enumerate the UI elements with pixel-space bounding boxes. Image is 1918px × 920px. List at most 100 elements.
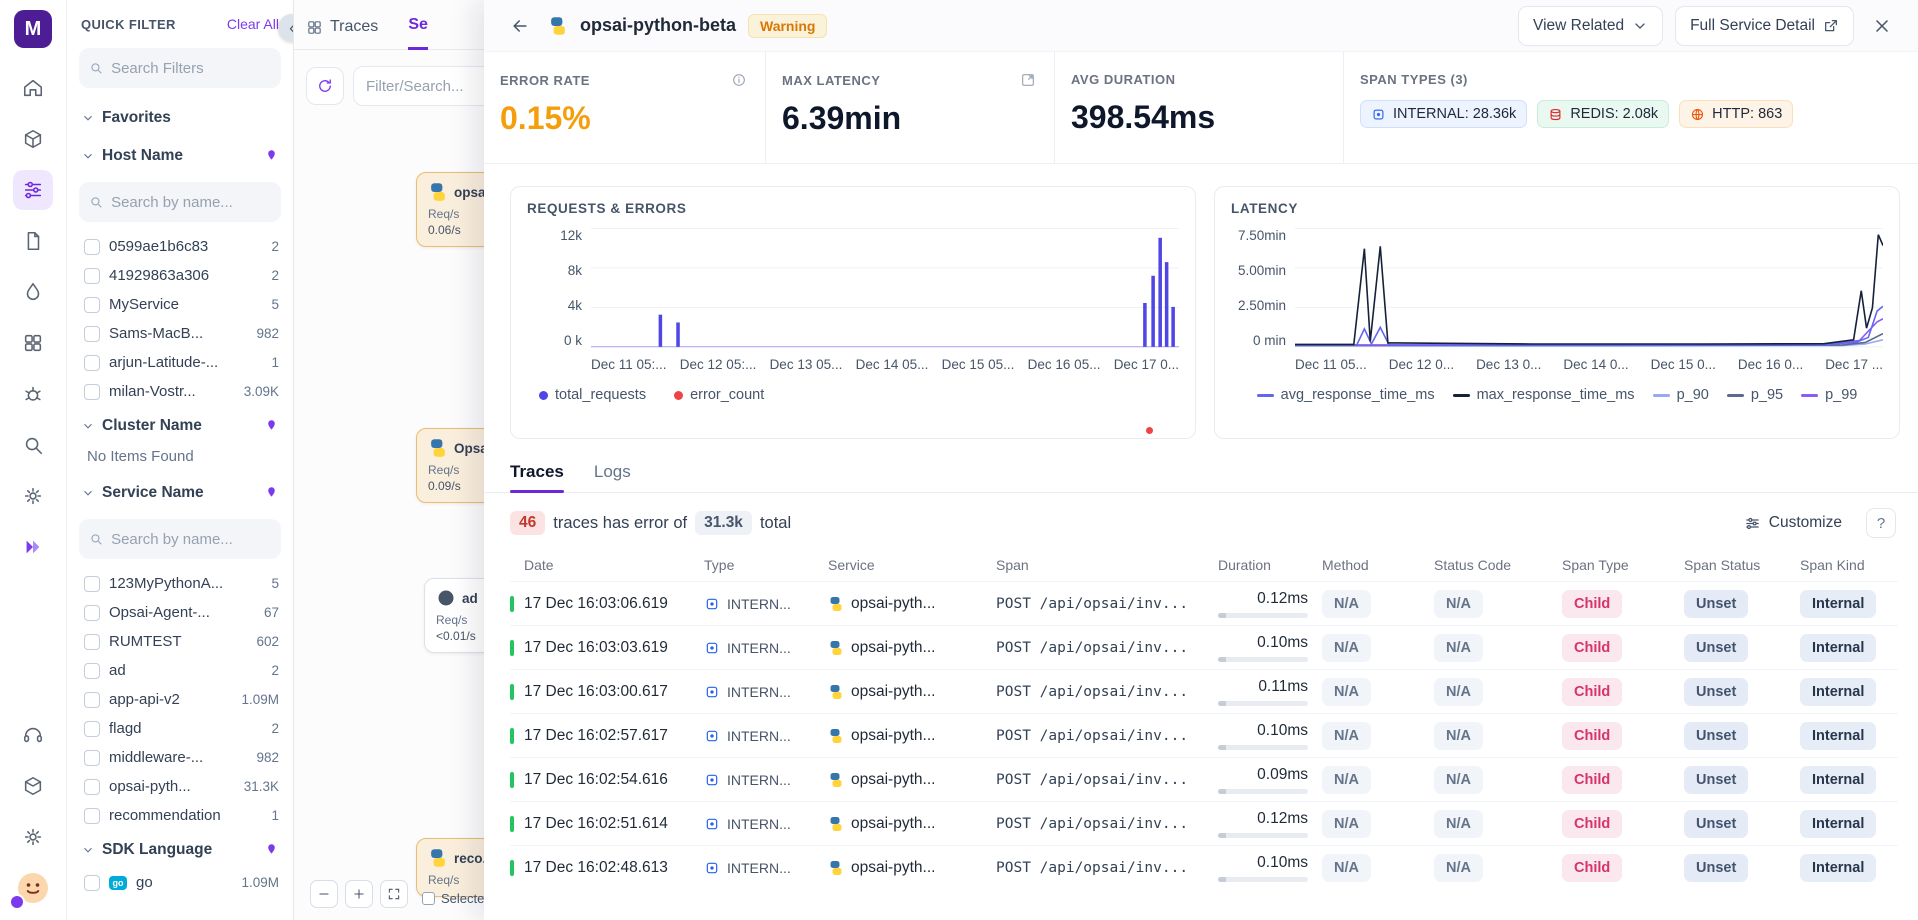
- column-header[interactable]: Span Kind: [1786, 557, 1898, 573]
- host-list-item[interactable]: 0599ae1b6c83 2: [67, 232, 293, 261]
- requests-errors-plot[interactable]: [591, 228, 1179, 348]
- help-button[interactable]: ?: [1866, 508, 1896, 538]
- legend-max-response-time[interactable]: max_response_time_ms: [1453, 387, 1635, 403]
- settings-gear-icon[interactable]: [13, 476, 53, 516]
- pin-icon[interactable]: [264, 486, 279, 501]
- checkbox[interactable]: [84, 750, 100, 766]
- pin-icon[interactable]: [264, 149, 279, 164]
- home-icon[interactable]: [13, 68, 53, 108]
- customize-button[interactable]: Customize: [1744, 514, 1842, 532]
- checkbox[interactable]: [84, 692, 100, 708]
- clear-all-link[interactable]: Clear All: [227, 16, 279, 32]
- service-list-item[interactable]: app-api-v2 1.09M: [67, 685, 293, 714]
- pin-icon[interactable]: [264, 843, 279, 858]
- search-filters-input[interactable]: [111, 60, 271, 77]
- trace-row[interactable]: 17 Dec 16:03:06.619 INTERN... opsai-pyth…: [510, 581, 1898, 625]
- service-list-item[interactable]: 123MyPythonA... 5: [67, 569, 293, 598]
- legend-p99[interactable]: p_99: [1801, 387, 1857, 403]
- traces-flame-icon[interactable]: [13, 272, 53, 312]
- tab-traces[interactable]: Traces: [510, 451, 564, 492]
- span-type-chip-redis[interactable]: REDIS: 2.08k: [1537, 100, 1669, 128]
- trace-row[interactable]: 17 Dec 16:02:57.617 INTERN... opsai-pyth…: [510, 713, 1898, 757]
- refresh-button[interactable]: [306, 67, 344, 105]
- column-header[interactable]: Date: [510, 557, 690, 573]
- checkbox[interactable]: [84, 721, 100, 737]
- zoom-out-button[interactable]: [310, 880, 338, 908]
- column-header[interactable]: Duration: [1204, 557, 1308, 573]
- span-type-chip-internal[interactable]: INTERNAL: 28.36k: [1360, 100, 1527, 128]
- favorites-section-header[interactable]: Favorites: [67, 98, 293, 136]
- checkbox[interactable]: [84, 808, 100, 824]
- host-name-section-header[interactable]: Host Name: [67, 136, 293, 174]
- host-list-item[interactable]: Sams-MacB... 982: [67, 319, 293, 348]
- sdk-language-section-header[interactable]: SDK Language: [67, 830, 293, 868]
- checkbox[interactable]: [84, 268, 100, 284]
- column-header[interactable]: Span Type: [1548, 557, 1670, 573]
- service-list-item[interactable]: opsai-pyth... 31.3K: [67, 772, 293, 801]
- tab-service-map[interactable]: Se: [408, 16, 428, 50]
- middleware-arrow-icon[interactable]: [13, 527, 53, 567]
- expand-icon[interactable]: [1020, 72, 1036, 88]
- checkbox[interactable]: [84, 384, 100, 400]
- host-search-input[interactable]: [111, 194, 271, 211]
- checkbox[interactable]: [84, 634, 100, 650]
- span-type-chip-http[interactable]: HTTP: 863: [1679, 100, 1793, 128]
- checkbox[interactable]: [84, 326, 100, 342]
- service-list-item[interactable]: ad 2: [67, 656, 293, 685]
- service-list-item[interactable]: recommendation 1: [67, 801, 293, 830]
- service-search-input[interactable]: [111, 531, 271, 548]
- trace-row[interactable]: 17 Dec 16:03:03.619 INTERN... opsai-pyth…: [510, 625, 1898, 669]
- trace-row[interactable]: 17 Dec 16:02:54.616 INTERN... opsai-pyth…: [510, 757, 1898, 801]
- view-related-button[interactable]: View Related: [1518, 6, 1663, 46]
- sdk-language-item-go[interactable]: go go 1.09M: [67, 868, 293, 897]
- legend-avg-response-time[interactable]: avg_response_time_ms: [1257, 387, 1435, 403]
- fullscreen-button[interactable]: [380, 880, 408, 908]
- bug-icon[interactable]: [13, 374, 53, 414]
- service-list-item[interactable]: Opsai-Agent-... 67: [67, 598, 293, 627]
- checkbox[interactable]: [84, 779, 100, 795]
- dashboards-grid-icon[interactable]: [13, 323, 53, 363]
- host-list-item[interactable]: arjun-Latitude-... 1: [67, 348, 293, 377]
- column-header[interactable]: Method: [1308, 557, 1420, 573]
- tab-logs[interactable]: Logs: [594, 451, 631, 492]
- service-name-section-header[interactable]: Service Name: [67, 473, 293, 511]
- checkbox[interactable]: [84, 297, 100, 313]
- checkbox[interactable]: [84, 663, 100, 679]
- legend-error-count[interactable]: error_count: [674, 387, 764, 403]
- logs-document-icon[interactable]: [13, 221, 53, 261]
- zoom-in-button[interactable]: [345, 880, 373, 908]
- preferences-gear-icon[interactable]: [13, 817, 53, 857]
- info-icon[interactable]: [731, 72, 747, 88]
- trace-row[interactable]: 17 Dec 16:02:51.614 INTERN... opsai-pyth…: [510, 801, 1898, 845]
- host-list-item[interactable]: 41929863a306 2: [67, 261, 293, 290]
- trace-row[interactable]: 17 Dec 16:02:48.613 INTERN... opsai-pyth…: [510, 845, 1898, 889]
- checkbox[interactable]: [84, 875, 100, 891]
- checkbox[interactable]: [84, 355, 100, 371]
- column-header[interactable]: Span Status: [1670, 557, 1786, 573]
- legend-p90[interactable]: p_90: [1653, 387, 1709, 403]
- package-icon[interactable]: [13, 119, 53, 159]
- cluster-name-section-header[interactable]: Cluster Name: [67, 406, 293, 444]
- middleware-logo[interactable]: M: [14, 10, 52, 48]
- column-header[interactable]: Status Code: [1420, 557, 1548, 573]
- column-header[interactable]: Span: [982, 557, 1204, 573]
- trace-row[interactable]: 17 Dec 16:03:00.617 INTERN... opsai-pyth…: [510, 669, 1898, 713]
- legend-p95[interactable]: p_95: [1727, 387, 1783, 403]
- legend-total-requests[interactable]: total_requests: [539, 387, 646, 403]
- host-list-item[interactable]: MyService 5: [67, 290, 293, 319]
- close-icon[interactable]: [1866, 10, 1898, 42]
- service-list-item[interactable]: RUMTEST 602: [67, 627, 293, 656]
- host-list-item[interactable]: milan-Vostr... 3.09K: [67, 377, 293, 406]
- back-button[interactable]: [504, 10, 536, 42]
- service-list-item[interactable]: middleware-... 982: [67, 743, 293, 772]
- checkbox[interactable]: [84, 605, 100, 621]
- service-list-item[interactable]: flagd 2: [67, 714, 293, 743]
- full-service-detail-button[interactable]: Full Service Detail: [1675, 6, 1854, 46]
- checkbox[interactable]: [84, 576, 100, 592]
- latency-plot[interactable]: [1295, 228, 1883, 348]
- pin-icon[interactable]: [264, 419, 279, 434]
- releases-box-icon[interactable]: [13, 766, 53, 806]
- checkbox[interactable]: [84, 239, 100, 255]
- infrastructure-filters-icon[interactable]: [13, 170, 53, 210]
- search-icon[interactable]: [13, 425, 53, 465]
